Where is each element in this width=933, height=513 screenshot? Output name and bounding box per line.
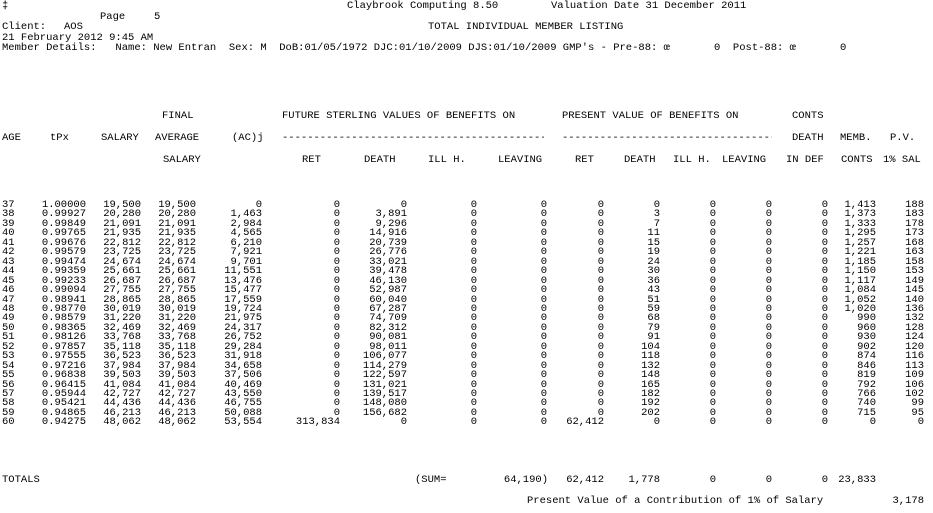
col-pct-sal: 1% SAL [883,154,921,166]
totals-conts: 23,833 [838,474,876,486]
program-name: Claybrook Computing 8.50 [347,0,499,12]
col-pv: P.V. [890,132,916,144]
future-divider: ----------------------------------------… [282,132,544,144]
col-final: FINAL [162,110,194,122]
cell-pv-illh: 0 [709,416,716,429]
col-group-conts: CONTS [792,110,824,122]
col-ret: RET [302,154,321,166]
totals-illh: 0 [709,474,716,486]
totals-sum-value: 64,190) [503,474,548,486]
page-label: Page [100,11,126,23]
cell-future-death: 0 [400,416,407,429]
col-leaving: LEAVING [498,154,543,166]
cell-future-leaving: 0 [540,416,547,429]
col-indef: IN DEF [786,154,824,166]
cell-pv-leaving: 0 [765,416,772,429]
cell-pv-1pct-sal: 0 [917,416,924,429]
cell-conts-death-in-def: 0 [821,416,828,429]
cell-tpx: 0.94275 [41,416,86,429]
col-acj: (AC)j [232,132,264,144]
col-ret2: RET [575,154,594,166]
cell-age: 60 [2,416,15,429]
table-row: 60 0.94275 48,062 48,062 53,554 313,834 0 0 0 62,… [0,416,933,428]
footer-label: Present Value of a Contribution of 1% of… [527,495,824,507]
valuation-date: Valuation Date 31 December 2011 [551,0,747,12]
col-conts: CONTS [841,154,873,166]
report-title: TOTAL INDIVIDUAL MEMBER LISTING [428,21,624,33]
totals-sum-label: (SUM= [415,474,447,486]
cell-acj: 53,554 [224,416,262,429]
col-salary: SALARY [101,132,139,144]
col-average: AVERAGE [155,132,200,144]
corner-mark: ‡ [2,0,9,12]
totals-ret: 62,412 [566,474,604,486]
footer-value: 3,178 [892,495,924,507]
col-leaving2: LEAVING [722,154,767,166]
totals-label: TOTALS [2,474,40,486]
page-number: 5 [154,11,161,23]
col-death-top: DEATH [792,132,824,144]
cell-pv-ret: 62,412 [566,416,604,429]
col-tpx: tPx [50,132,69,144]
col-death: DEATH [364,154,396,166]
cell-salary: 48,062 [103,416,141,429]
cell-future-ret: 313,834 [295,416,340,429]
col-illh2: ILL H. [673,154,711,166]
member-details: Member Details: Name: New Entran Sex: M … [2,42,847,54]
totals-indef: 0 [821,474,828,486]
col-memb: MEMB. [840,132,872,144]
col-age: AGE [2,132,21,144]
cell-pv-death: 0 [653,416,660,429]
cell-memb-conts: 0 [869,416,876,429]
totals-leaving: 0 [765,474,772,486]
totals-death: 1,778 [628,474,660,486]
cell-final-avg-salary: 48,062 [158,416,196,429]
col-group-future: FUTURE STERLING VALUES OF BENEFITS ON [282,110,516,122]
col-salary2: SALARY [163,154,201,166]
present-divider: ----------------------------------- [562,132,772,144]
col-death2: DEATH [624,154,656,166]
col-illh: ILL H. [428,154,466,166]
col-group-present: PRESENT VALUE OF BENEFITS ON [562,110,739,122]
cell-future-illh: 0 [470,416,477,429]
